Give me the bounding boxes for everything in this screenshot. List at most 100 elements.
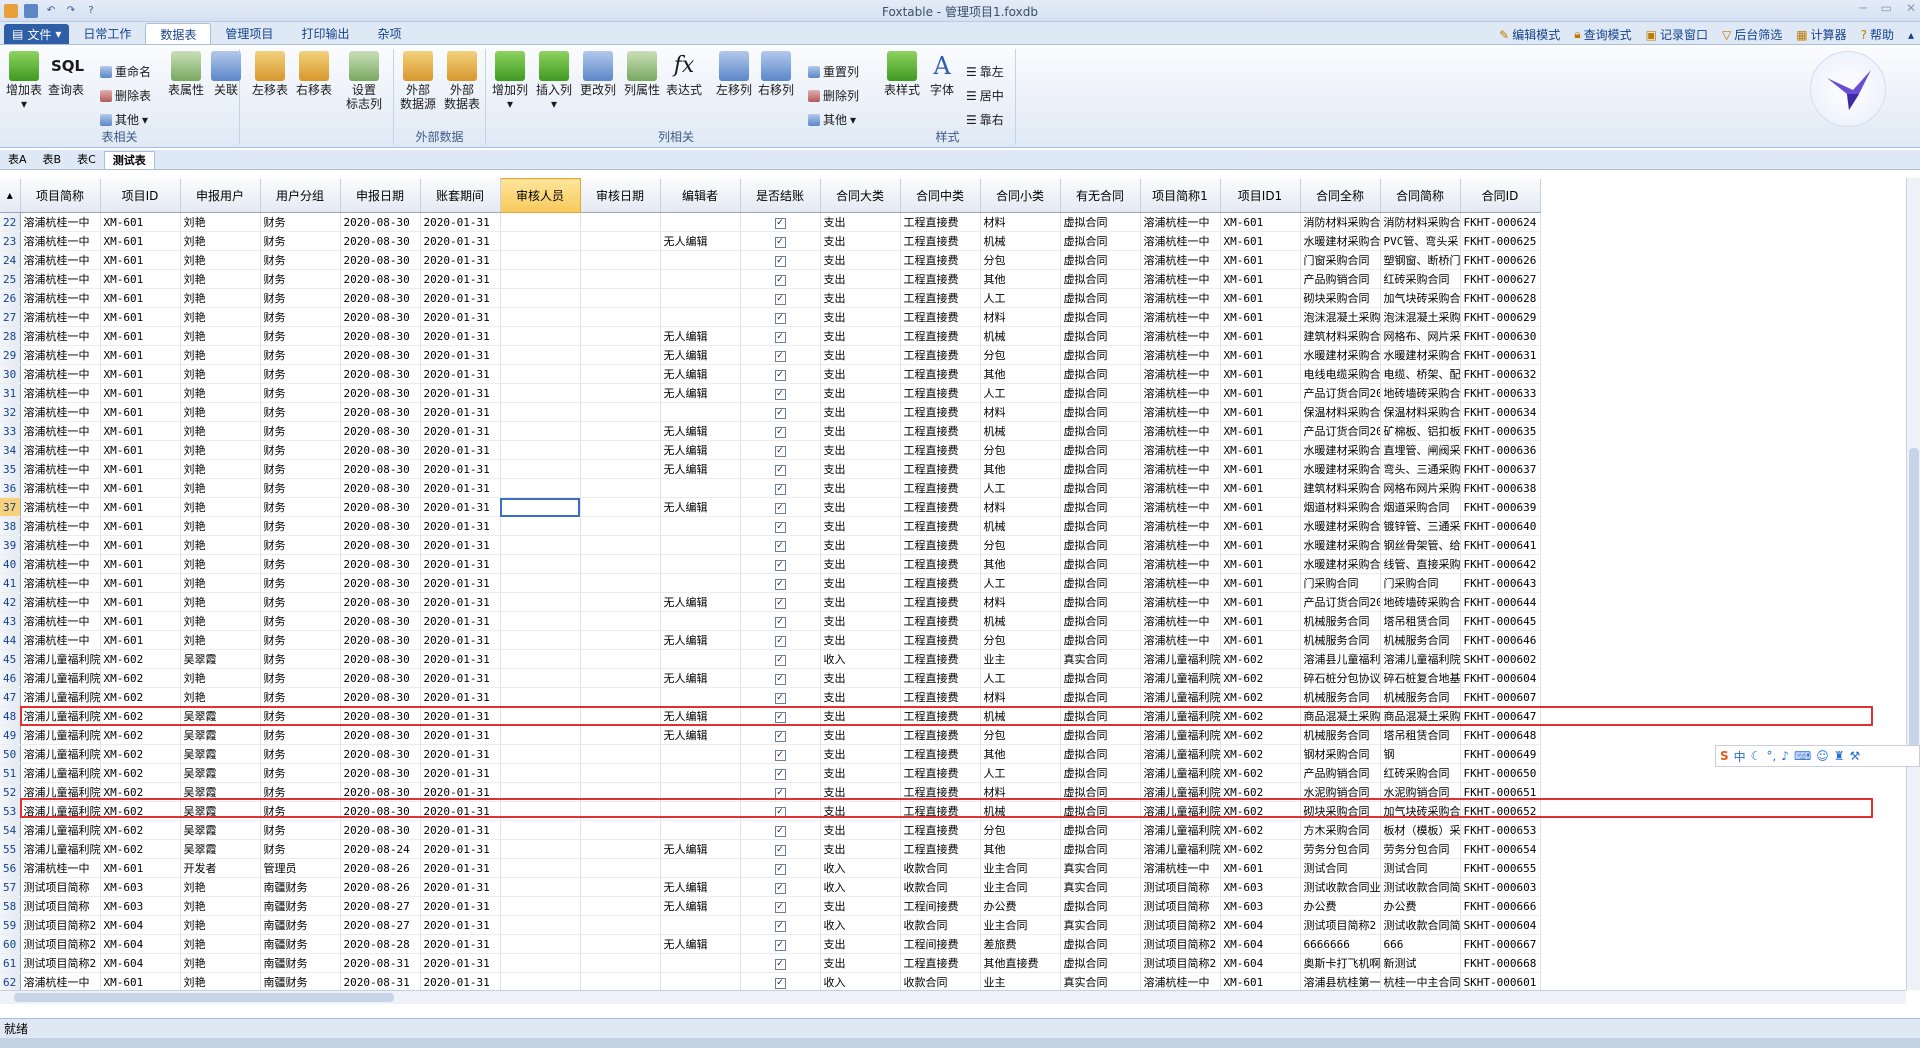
table-cell[interactable]: 财务	[260, 307, 341, 327]
table-cell[interactable]: FKHT-000604	[1460, 668, 1541, 688]
table-cell[interactable]: 差旅费	[980, 934, 1061, 954]
column-header[interactable]: 项目ID1	[1220, 178, 1301, 213]
table-cell[interactable]: 无人编辑	[660, 364, 741, 384]
table-cell[interactable]: 水暖建材采购合	[1300, 535, 1381, 555]
table-cell[interactable]: 溶浦杭桂一中	[20, 212, 101, 232]
sheet-tab-c[interactable]: 表C	[69, 151, 104, 169]
table-cell[interactable]: 收款合同	[900, 915, 981, 935]
table-cell[interactable]: 虚拟合同	[1060, 782, 1141, 802]
table-cell[interactable]: 溶浦儿童福利院	[20, 801, 101, 821]
mic-icon[interactable]: ♪	[1781, 749, 1789, 763]
table-cell[interactable]: SKHT-000603	[1460, 877, 1541, 897]
table-cell[interactable]	[500, 383, 581, 403]
calculator-button[interactable]: ▦ 计算器	[1796, 26, 1846, 43]
table-cell[interactable]	[660, 687, 741, 707]
table-cell[interactable]	[500, 231, 581, 251]
table-cell[interactable]: 财务	[260, 250, 341, 270]
table-cell[interactable]: XM-601	[1220, 497, 1301, 517]
table-row[interactable]: 58 测试项目简称 XM-603 刘艳 南疆财务 2020-08-27 2020-01-31…	[0, 896, 1541, 916]
table-cell[interactable]: FKHT-000668	[1460, 953, 1541, 973]
table-cell[interactable]: 支出	[820, 611, 901, 631]
table-cell[interactable]: 支出	[820, 554, 901, 574]
table-cell[interactable]: XM-601	[100, 383, 181, 403]
table-cell[interactable]: XM-602	[100, 649, 181, 669]
table-cell[interactable]: 工程直接费	[900, 364, 981, 384]
checkbox-cell[interactable]: ✓	[740, 668, 821, 688]
table-cell[interactable]: 南疆财务	[260, 915, 341, 935]
table-cell[interactable]: 虚拟合同	[1060, 212, 1141, 232]
table-cell[interactable]: XM-603	[1220, 896, 1301, 916]
table-cell[interactable]: 虚拟合同	[1060, 763, 1141, 783]
table-cell[interactable]: 水暖建材采购合	[1300, 345, 1381, 365]
table-cell[interactable]	[580, 858, 661, 878]
table-cell[interactable]: 刘艳	[180, 307, 261, 327]
wrench-icon[interactable]: ⚒	[1850, 749, 1861, 763]
table-cell[interactable]: 虚拟合同	[1060, 706, 1141, 726]
checkbox[interactable]: ✓	[774, 864, 786, 875]
table-cell[interactable]: XM-601	[100, 212, 181, 232]
table-cell[interactable]	[580, 535, 661, 555]
table-cell[interactable]: 材料	[980, 592, 1061, 612]
table-cell[interactable]: 虚拟合同	[1060, 725, 1141, 745]
table-cell[interactable]: 溶浦杭桂一中	[20, 307, 101, 327]
table-cell[interactable]: 2020-01-31	[420, 611, 501, 631]
table-cell[interactable]: 工程直接费	[900, 250, 981, 270]
table-cell[interactable]: 工程直接费	[900, 839, 981, 859]
checkbox-cell[interactable]: ✓	[740, 934, 821, 954]
table-cell[interactable]: 溶浦杭桂一中	[1140, 269, 1221, 289]
column-header[interactable]: 审核人员	[499, 178, 581, 213]
table-cell[interactable]	[580, 706, 661, 726]
table-cell[interactable]: 无人编辑	[660, 706, 741, 726]
grid-corner[interactable]: ▴	[0, 178, 21, 213]
table-cell[interactable]: FKHT-000646	[1460, 630, 1541, 650]
table-cell[interactable]: XM-601	[1220, 326, 1301, 346]
table-cell[interactable]	[500, 725, 581, 745]
table-cell[interactable]	[660, 554, 741, 574]
table-cell[interactable]: 溶浦杭桂一中	[1140, 421, 1221, 441]
column-header[interactable]: 是否结账	[740, 178, 821, 213]
table-cell[interactable]	[500, 288, 581, 308]
expand-icon[interactable]: ▴	[1908, 26, 1914, 43]
table-cell[interactable]: 财务	[260, 611, 341, 631]
table-cell[interactable]: 溶浦杭桂一中	[1140, 212, 1221, 232]
table-cell[interactable]: 溶浦杭桂一中	[20, 592, 101, 612]
table-cell[interactable]	[500, 896, 581, 916]
table-cell[interactable]: FKHT-000648	[1460, 725, 1541, 745]
table-cell[interactable]	[660, 763, 741, 783]
table-cell[interactable]: XM-601	[100, 972, 181, 990]
table-cell[interactable]	[500, 877, 581, 897]
table-cell[interactable]: 支出	[820, 497, 901, 517]
row-number[interactable]: 25	[0, 269, 21, 289]
table-cell[interactable]: FKHT-000637	[1460, 459, 1541, 479]
table-cell[interactable]: 收入	[820, 858, 901, 878]
table-cell[interactable]: 溶浦杭桂一中	[20, 630, 101, 650]
checkbox[interactable]: ✓	[774, 769, 786, 780]
table-cell[interactable]: 工程直接费	[900, 402, 981, 422]
table-cell[interactable]: XM-601	[100, 554, 181, 574]
table-cell[interactable]: 溶浦儿童福利院	[1140, 782, 1221, 802]
table-cell[interactable]: 支出	[820, 763, 901, 783]
checkbox-cell[interactable]: ✓	[740, 269, 821, 289]
table-cell[interactable]: 刘艳	[180, 934, 261, 954]
table-row[interactable]: 24 溶浦杭桂一中 XM-601 刘艳 财务 2020-08-30 2020-01-31 ✓ 支…	[0, 250, 1541, 270]
table-cell[interactable]: XM-602	[1220, 744, 1301, 764]
table-cell[interactable]: XM-601	[1220, 212, 1301, 232]
table-cell[interactable]: 业主	[980, 972, 1061, 990]
table-row[interactable]: 23 溶浦杭桂一中 XM-601 刘艳 财务 2020-08-30 2020-01-31 无人…	[0, 231, 1541, 251]
table-cell[interactable]: 其他	[980, 364, 1061, 384]
table-cell[interactable]: 工程直接费	[900, 440, 981, 460]
table-cell[interactable]: 工程间接费	[900, 934, 981, 954]
table-cell[interactable]: XM-601	[1220, 440, 1301, 460]
table-cell[interactable]: 工程直接费	[900, 611, 981, 631]
tab-daily-work[interactable]: 日常工作	[69, 23, 145, 44]
table-cell[interactable]	[660, 478, 741, 498]
checkbox[interactable]: ✓	[774, 579, 786, 590]
table-cell[interactable]	[580, 801, 661, 821]
table-cell[interactable]	[500, 307, 581, 327]
table-cell[interactable]: XM-602	[1220, 649, 1301, 669]
table-cell[interactable]: 溶浦杭桂一中	[20, 554, 101, 574]
table-cell[interactable]: XM-601	[1220, 383, 1301, 403]
table-cell[interactable]: 2020-01-31	[420, 269, 501, 289]
table-cell[interactable]: 2020-08-30	[340, 212, 421, 232]
table-cell[interactable]: 消防材料采购合	[1300, 212, 1381, 232]
